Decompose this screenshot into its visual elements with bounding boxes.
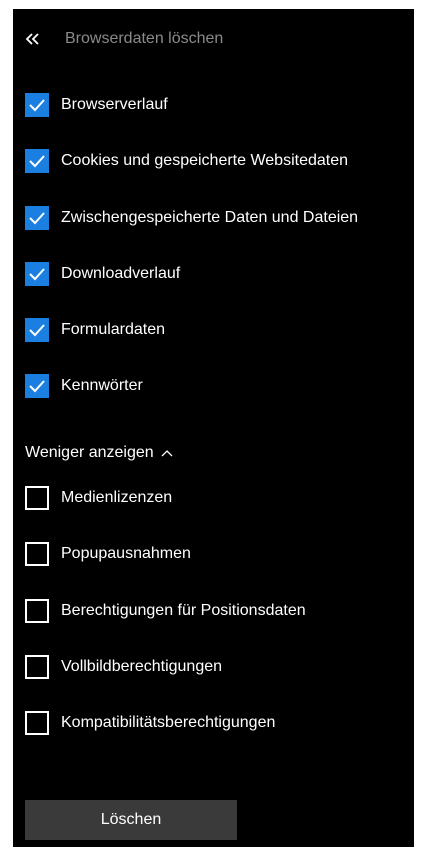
checkbox-checked-icon[interactable] [25,262,49,286]
checkbox-checked-icon[interactable] [25,206,49,230]
checkbox-media-licenses[interactable]: Medienlizenzen [25,483,172,513]
checkbox-checked-icon[interactable] [25,149,49,173]
checkbox-label: Kennwörter [61,377,143,394]
checkbox-download-history[interactable]: Downloadverlauf [25,259,180,289]
checkbox-cached-data[interactable]: Zwischengespeicherte Daten und Dateien [25,203,358,233]
page-title: Browserdaten löschen [65,30,224,47]
checkbox-fullscreen-permissions[interactable]: Vollbildberechtigungen [25,652,222,682]
checkbox-unchecked-icon[interactable] [25,711,49,735]
checkbox-label: Medienlizenzen [61,489,173,506]
panel-header: Browserdaten löschen [13,27,223,51]
checkbox-location-permissions[interactable]: Berechtigungen für Positionsdaten [25,596,306,626]
clear-browsing-data-panel: Browserdaten löschen Browserverlauf Cook… [13,9,414,847]
checkbox-form-data[interactable]: Formulardaten [25,315,165,345]
checkbox-unchecked-icon[interactable] [25,655,49,679]
delete-button[interactable]: Löschen [25,800,237,840]
checkbox-unchecked-icon[interactable] [25,599,49,623]
checkbox-checked-icon[interactable] [25,374,49,398]
checkbox-label: Vollbildberechtigungen [61,658,223,675]
checkbox-label: Cookies und gespeicherte Websitedaten [61,152,348,169]
double-chevron-left-icon [25,32,41,46]
checkbox-checked-icon[interactable] [25,318,49,342]
checkbox-unchecked-icon[interactable] [25,542,49,566]
checkbox-unchecked-icon[interactable] [25,486,49,510]
back-button[interactable] [25,27,57,51]
checkbox-label: Browserverlauf [61,96,168,113]
show-less-toggle[interactable]: Weniger anzeigen [25,441,173,465]
chevron-up-icon [161,449,173,457]
show-less-label: Weniger anzeigen [25,444,154,461]
checkbox-compatibility-permissions[interactable]: Kompatibilitätsberechtigungen [25,708,275,738]
checkbox-label: Berechtigungen für Positionsdaten [61,602,306,619]
checkbox-popup-exceptions[interactable]: Popupausnahmen [25,539,191,569]
checkbox-passwords[interactable]: Kennwörter [25,371,143,401]
checkbox-browserverlauf[interactable]: Browserverlauf [25,90,168,120]
checkbox-cookies[interactable]: Cookies und gespeicherte Websitedaten [25,146,348,176]
checkbox-label: Kompatibilitätsberechtigungen [61,714,276,731]
checkbox-label: Formulardaten [61,321,166,338]
checkbox-label: Downloadverlauf [61,265,181,282]
checkbox-checked-icon[interactable] [25,93,49,117]
checkbox-label: Zwischengespeicherte Daten und Dateien [61,209,359,226]
checkbox-label: Popupausnahmen [61,545,191,562]
